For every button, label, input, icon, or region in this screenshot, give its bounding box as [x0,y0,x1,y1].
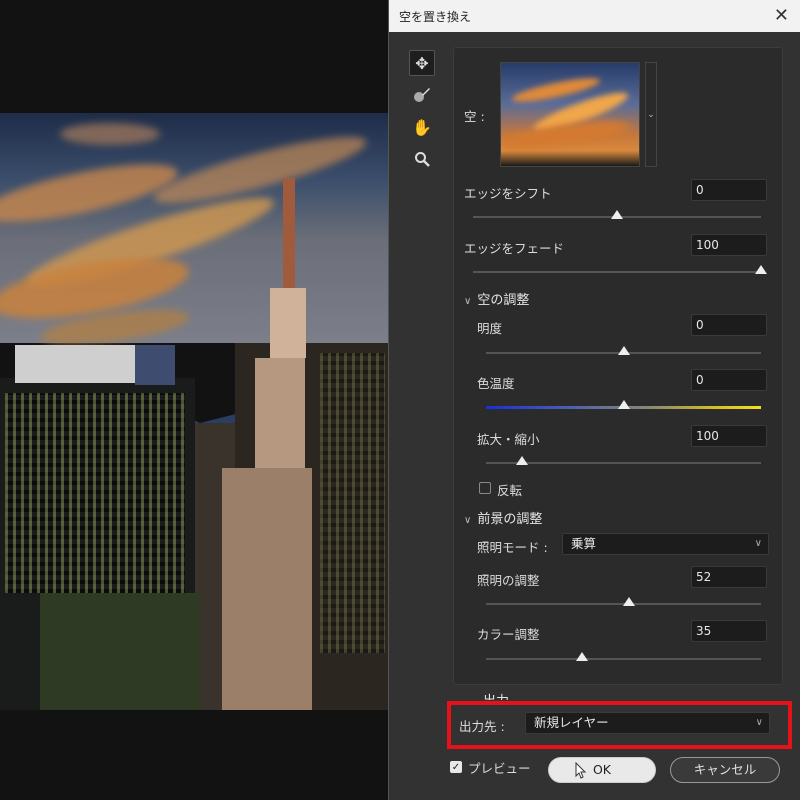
building-blue [135,345,175,385]
sky-adjust-heading-text: 空の調整 [477,293,530,308]
tower-mid [255,358,305,468]
scale-input[interactable]: 100 [691,425,767,447]
slider-thumb[interactable] [623,597,635,606]
ok-button-label: OK [592,762,612,777]
replace-sky-dialog: 空を置き換え ✕ ✥ ✋ 空 : ⌄ エッジをシフト 0 エッジをフェード 10… [388,0,800,800]
brightness-input[interactable]: 0 [691,314,767,336]
lighting-mode-select[interactable]: 乗算 ∨ [562,533,769,555]
foreground-trees [40,593,200,710]
preview-checkbox[interactable]: ✓ [450,761,462,773]
building-windows [5,393,185,593]
shift-edge-label: エッジをシフト [464,186,552,201]
highlight-box [447,701,792,749]
fade-edge-input[interactable]: 100 [691,234,767,256]
scale-slider[interactable] [486,456,761,465]
preview-label: プレビュー [468,761,531,776]
slider-thumb[interactable] [617,346,630,355]
shift-edge-slider[interactable] [473,210,761,219]
mouse-cursor-icon [575,762,587,779]
dialog-title: 空を置き換え [399,10,472,24]
close-icon[interactable]: ✕ [774,5,789,26]
cancel-button-label: キャンセル [693,762,757,777]
flip-checkbox[interactable] [479,482,491,494]
fg-adjust-heading[interactable]: ∨ 前景の調整 [464,508,542,527]
scale-label: 拡大・縮小 [477,432,540,447]
fade-edge-slider[interactable] [473,265,767,274]
cancel-button[interactable]: キャンセル [670,757,780,783]
lighting-adjust-label: 照明の調整 [477,573,540,588]
slider-thumb[interactable] [611,210,623,219]
brightness-label: 明度 [477,321,503,336]
lighting-mode-value: 乗算 [571,536,597,551]
building-windows [320,353,385,653]
slider-thumb[interactable] [617,400,630,409]
flip-label: 反転 [497,483,523,498]
ok-button[interactable]: OK [548,757,656,783]
chevron-down-icon: ∨ [464,515,472,526]
color-adjust-slider[interactable] [486,652,761,661]
chevron-down-icon: ∨ [464,296,472,307]
lighting-adjust-slider[interactable] [486,597,761,606]
color-adjust-label: カラー調整 [477,627,540,642]
hand-icon[interactable]: ✋ [409,114,435,140]
slider-thumb[interactable] [576,652,589,661]
dialog-titlebar: 空を置き換え ✕ [389,0,800,32]
cloud [60,123,160,145]
chevron-down-icon[interactable]: ⌄ [645,62,657,167]
lighting-mode-label: 照明モード : [477,540,548,555]
tower-base [222,468,312,710]
fade-edge-label: エッジをフェード [464,241,565,256]
slider-thumb[interactable] [755,265,767,274]
brightness-slider[interactable] [486,346,761,355]
move-icon[interactable]: ✥ [409,50,435,76]
temperature-label: 色温度 [477,376,515,391]
tool-palette: ✥ ✋ [409,50,439,178]
temperature-slider[interactable] [486,400,761,409]
building-top-white [15,345,135,383]
tower-top [270,288,306,358]
output-heading: 出力 [483,690,509,700]
image-canvas [0,0,390,800]
slider-thumb[interactable] [515,456,528,465]
sky-label: 空 : [464,109,485,124]
sky-brush-icon[interactable] [409,82,435,108]
shift-edge-input[interactable]: 0 [691,179,767,201]
color-adjust-input[interactable]: 35 [691,620,767,642]
zoom-icon[interactable] [409,146,435,172]
temperature-input[interactable]: 0 [691,369,767,391]
sky-adjust-heading[interactable]: ∨ 空の調整 [464,289,529,308]
chevron-down-icon: ∨ [754,538,762,549]
sky-preset-thumbnail[interactable] [500,62,640,167]
tower-spire [283,178,295,288]
canvas-photo [0,113,390,710]
fg-adjust-heading-text: 前景の調整 [477,512,543,527]
lighting-adjust-input[interactable]: 52 [691,566,767,588]
